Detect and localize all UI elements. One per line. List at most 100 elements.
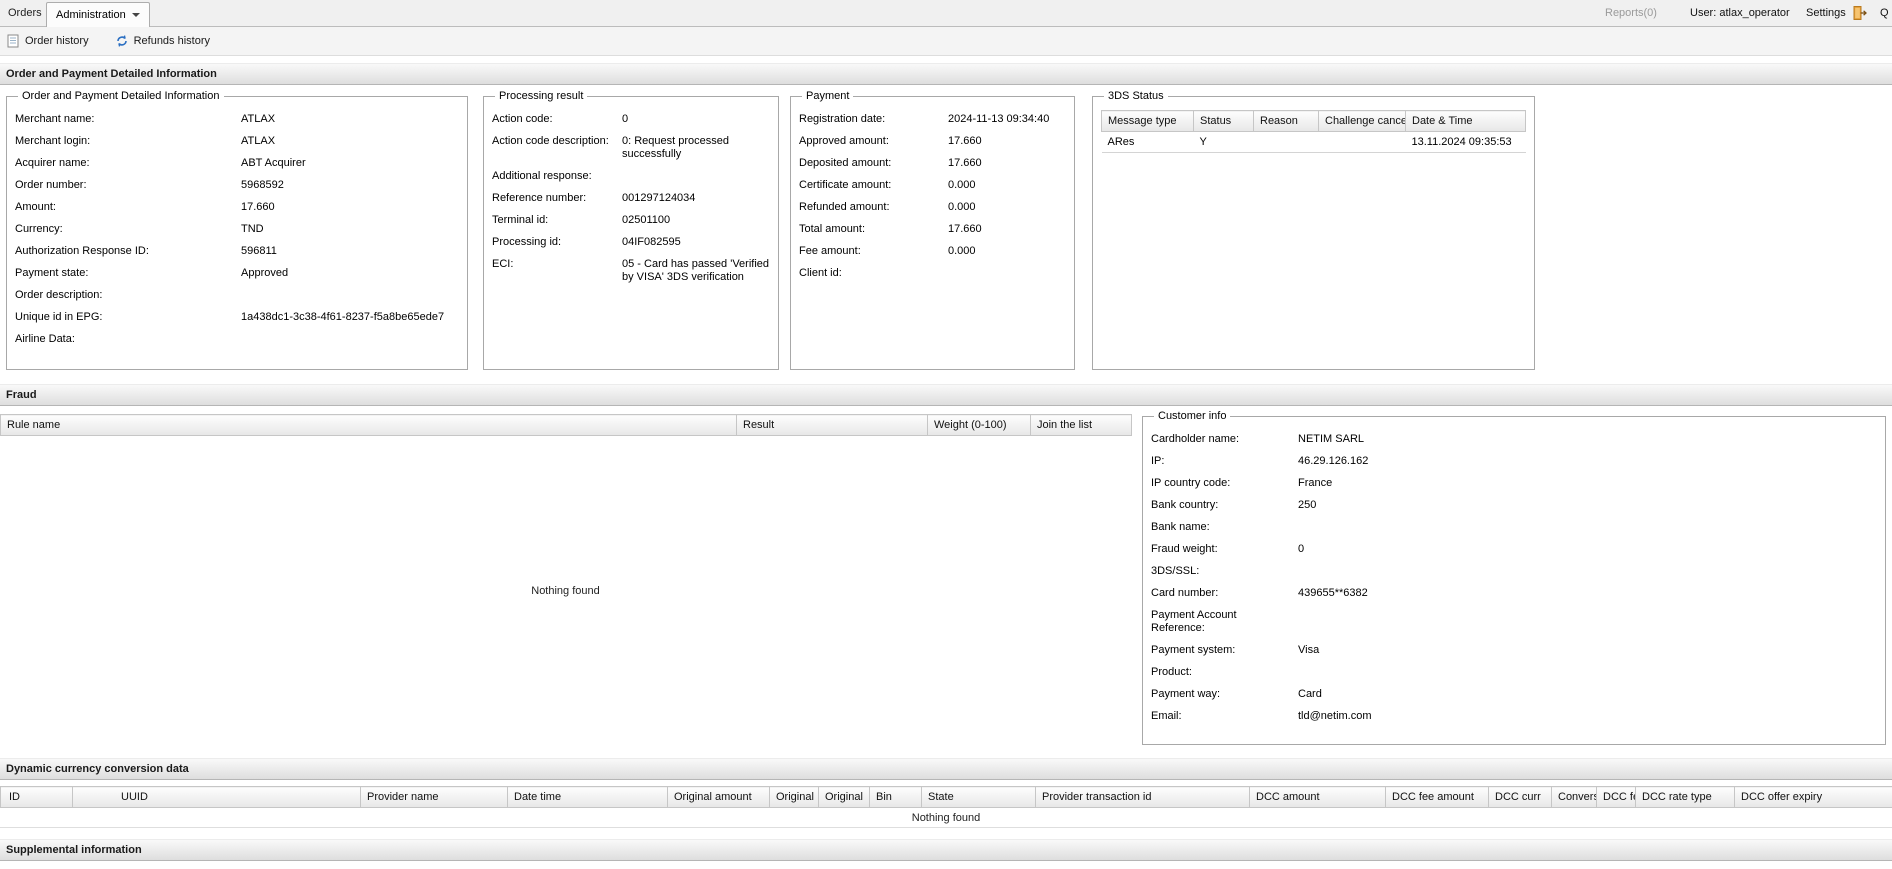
quit-link[interactable]: Q: [1880, 7, 1889, 19]
field-label: Currency:: [15, 223, 63, 235]
column-header: DCC fee: [1596, 786, 1636, 808]
field-row: Card number: 439655**6382: [1151, 587, 1877, 600]
fraud-header-row: Rule name Result Weight (0-100) Join the li…: [0, 414, 1132, 436]
field-label: Payment state:: [15, 267, 89, 279]
field-value: [1298, 565, 1877, 578]
field-label: ECI:: [492, 258, 514, 270]
field-value: 46.29.126.162: [1298, 455, 1369, 467]
field-label: Bank name:: [1151, 521, 1210, 533]
column-header: Date time: [507, 786, 668, 808]
field-row: Deposited amount: 17.660: [799, 157, 1066, 170]
field-row: Fee amount: 0.000: [799, 245, 1066, 258]
field-label: Client id:: [799, 267, 842, 279]
reports-link[interactable]: Reports(0): [1605, 7, 1657, 19]
field-value: Approved: [241, 267, 289, 279]
field-label: Action code:: [492, 113, 553, 125]
field-label: Payment system:: [1151, 644, 1236, 656]
field-value: 17.660: [241, 201, 275, 213]
tab-orders[interactable]: Orders: [8, 7, 42, 19]
order-info-legend: Order and Payment Detailed Information: [22, 90, 220, 102]
field-label: Payment way:: [1151, 688, 1221, 700]
field-value: 596811: [241, 245, 277, 257]
column-header: DCC fee amount: [1385, 786, 1489, 808]
field-label: Acquirer name:: [15, 157, 90, 169]
settings-link[interactable]: Settings: [1806, 7, 1846, 19]
field-value: Visa: [1298, 644, 1320, 656]
fraud-empty-message: Nothing found: [531, 585, 600, 597]
column-header: Reason: [1253, 110, 1319, 132]
order-history-button[interactable]: Order history: [7, 34, 89, 48]
field-value: 0.000: [948, 179, 976, 191]
field-label: Registration date:: [799, 113, 886, 125]
field-row: Additional response:: [492, 170, 770, 183]
field-label: Merchant login:: [15, 135, 91, 147]
field-value: ATLAX: [241, 113, 276, 125]
field-row: ECI: 05 - Card has passed 'Verified by VI…: [492, 258, 770, 284]
field-value: France: [1298, 477, 1333, 489]
column-header: Original amount: [667, 786, 770, 808]
field-row: Merchant login: ATLAX: [15, 135, 459, 148]
field-value: [241, 333, 459, 346]
field-row: Airline Data:: [15, 333, 459, 346]
order-history-label: Order history: [25, 35, 89, 47]
field-label: Merchant name:: [15, 113, 95, 125]
field-label: Airline Data:: [15, 333, 75, 345]
three-ds-legend: 3DS Status: [1108, 90, 1164, 102]
chevron-down-icon: [131, 13, 140, 17]
refunds-history-button[interactable]: Refunds history: [115, 34, 210, 48]
customer-info-fields: Cardholder name: NETIM SARL IP: 46.29.126.1…: [1151, 433, 1877, 723]
table-cell: [1318, 131, 1406, 153]
field-value: 05 - Card has passed 'Verified by VISA' …: [622, 258, 770, 283]
column-header: UUID: [72, 786, 361, 808]
dcc-empty-message: Nothing found: [0, 808, 1892, 828]
field-row: Order number: 5968592: [15, 179, 459, 192]
field-row: Fraud weight: 0: [1151, 543, 1877, 556]
column-header: Message type: [1101, 110, 1194, 132]
top-tab-bar: Orders Administration Reports(0) User: a…: [0, 0, 1892, 27]
field-row: Order description:: [15, 289, 459, 302]
field-value: [1298, 609, 1877, 635]
field-label: Cardholder name:: [1151, 433, 1240, 445]
field-label: Action code description:: [492, 135, 609, 147]
field-row: Bank name:: [1151, 521, 1877, 534]
field-value: ATLAX: [241, 135, 276, 147]
user-label: User: atlax_operator: [1690, 7, 1790, 19]
payment-panel: Payment Registration date: 2024-11-13 09:…: [790, 90, 1075, 370]
field-label: Fee amount:: [799, 245, 861, 257]
field-row: Email: tld@netim.com: [1151, 710, 1877, 723]
column-header: DCC amount: [1249, 786, 1386, 808]
dcc-header-row: ID UUID Provider name Date time Original amo…: [0, 786, 1892, 808]
field-value: Card: [1298, 688, 1322, 700]
field-value: 17.660: [948, 135, 982, 147]
three-ds-table: Message type Status Reason Challenge cancel…: [1101, 110, 1526, 153]
field-row: Processing id: 04IF082595: [492, 236, 770, 249]
logout-door-icon[interactable]: [1852, 5, 1868, 21]
processing-result-fields: Action code: 0 Action code description: 0: …: [492, 113, 770, 284]
column-header: Status: [1193, 110, 1254, 132]
field-label: Card number:: [1151, 587, 1219, 599]
field-value: 0.000: [948, 245, 976, 257]
field-label: Additional response:: [492, 170, 592, 182]
column-header: Challenge cancel: [1318, 110, 1406, 132]
field-value: 5968592: [241, 179, 284, 191]
field-row: Amount: 17.660: [15, 201, 459, 214]
field-row: Certificate amount: 0.000: [799, 179, 1066, 192]
table-cell: 13.11.2024 09:35:53: [1405, 131, 1526, 153]
field-value: 439655**6382: [1298, 587, 1368, 599]
processing-result-panel: Processing result Action code: 0 Action co…: [483, 90, 779, 370]
field-row: Action code: 0: [492, 113, 770, 126]
field-label: Unique id in EPG:: [15, 311, 103, 323]
field-label: Reference number:: [492, 192, 587, 204]
field-label: Bank country:: [1151, 499, 1219, 511]
tab-administration[interactable]: Administration: [46, 2, 150, 27]
field-row: 3DS/SSL:: [1151, 565, 1877, 578]
column-header: Result: [736, 414, 928, 436]
field-value: NETIM SARL: [1298, 433, 1365, 445]
column-header: Conversi: [1551, 786, 1597, 808]
field-value: 001297124034: [622, 192, 696, 204]
field-value: [1298, 666, 1877, 679]
field-value: 250: [1298, 499, 1317, 511]
field-row: Approved amount: 17.660: [799, 135, 1066, 148]
fraud-table: Rule name Result Weight (0-100) Join the li…: [0, 414, 1132, 746]
field-value: [948, 267, 1066, 280]
